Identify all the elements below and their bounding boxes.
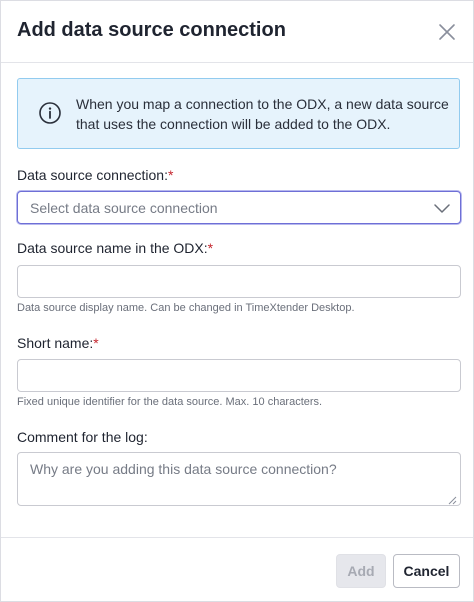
data-source-name-label: Data source name in the ODX:* [17, 240, 213, 256]
data-source-name-input[interactable] [17, 265, 461, 298]
short-name-input[interactable] [17, 359, 461, 392]
required-mark: * [93, 335, 99, 351]
required-mark: * [207, 240, 214, 256]
comment-label: Comment for the log: [17, 429, 148, 445]
add-data-source-dialog: Add data source connection When you map … [0, 0, 474, 602]
dialog-footer: Add Cancel [1, 537, 473, 601]
short-name-label: Short name:* [17, 335, 99, 351]
info-message: When you map a connection to the ODX, a … [76, 96, 449, 132]
comment-textarea[interactable] [17, 452, 461, 506]
data-source-name-hint: Data source display name. Can be changed… [17, 302, 355, 314]
cancel-button[interactable]: Cancel [393, 554, 460, 588]
dialog-title: Add data source connection [17, 19, 286, 41]
info-icon [38, 101, 62, 125]
required-mark: * [167, 167, 174, 183]
short-name-hint: Fixed unique identifier for the data sou… [17, 396, 323, 408]
close-icon[interactable] [435, 20, 459, 44]
data-source-name-label-text: Data source name in the ODX: [17, 240, 208, 256]
dialog-header: Add data source connection [1, 1, 473, 63]
data-source-connection-select[interactable]: Select data source connection [17, 191, 461, 224]
info-banner: When you map a connection to the ODX, a … [17, 78, 460, 149]
resize-grip-icon[interactable] [447, 492, 457, 505]
chevron-down-icon [434, 201, 450, 215]
connection-label: Data source connection:* [17, 167, 173, 183]
short-name-label-text: Short name: [17, 335, 94, 351]
select-placeholder: Select data source connection [30, 200, 218, 216]
connection-label-text: Data source connection: [17, 167, 168, 183]
add-button[interactable]: Add [336, 554, 386, 588]
